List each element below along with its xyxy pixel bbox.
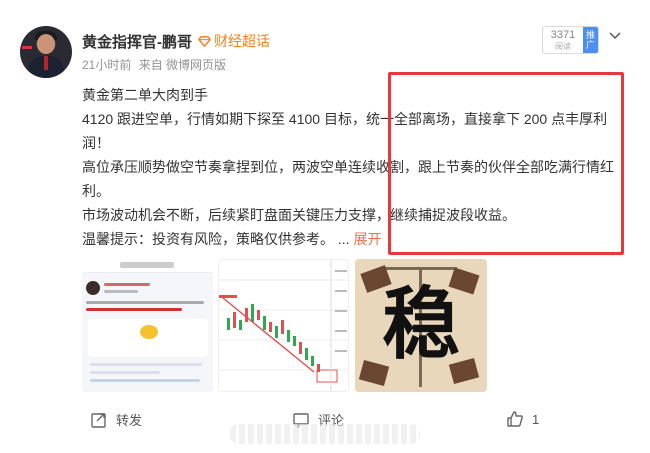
like-icon	[507, 411, 523, 427]
topic-badge-label: 财经超话	[214, 33, 270, 49]
content-line: 市场波动机会不断，后续紧盯盘面关键压力支撑，继续捕捉波段收益。	[82, 207, 516, 223]
content-disclaimer: 温馨提示：投资有风险，策略仅供参考。	[82, 231, 334, 247]
post-image-1[interactable]	[82, 259, 213, 392]
ellipsis: ...	[337, 231, 350, 247]
repost-button[interactable]: 转发	[90, 410, 142, 429]
avatar[interactable]	[20, 26, 72, 78]
post-meta: 21小时前 来自 微博网页版	[82, 56, 226, 73]
post-source: 来自 微博网页版	[138, 58, 227, 72]
content-line: 4120 跟进空单，行情如期下探至 4100 目标，统一全部离场，直接拿下 20…	[82, 111, 608, 151]
chevron-down-icon[interactable]	[608, 28, 622, 42]
diamond-icon	[198, 35, 211, 47]
post-image-2-chart[interactable]	[218, 259, 349, 392]
content-line: 黄金第二单大肉到手	[82, 87, 208, 103]
post-image-3[interactable]: 稳	[355, 259, 487, 392]
view-count: 3371	[550, 29, 576, 41]
repost-label: 转发	[116, 413, 143, 428]
repost-icon	[91, 412, 106, 428]
content-line: 高位承压顺势做空节奏拿捏到位，两波空单连续收割，跟上节奏的伙伴全部吃满行情红利。	[82, 159, 614, 199]
post-time[interactable]: 21小时前	[82, 58, 131, 72]
author-name[interactable]: 黄金指挥官-鹏哥	[82, 31, 192, 52]
weibo-post-card: 黄金指挥官-鹏哥 财经超话 21小时前 来自 微博网页版 3371 阅读 推广 …	[0, 0, 650, 453]
content-line: 温馨提示：投资有风险，策略仅供参考。 ... 展开	[82, 227, 627, 251]
view-count-label: 阅读	[555, 42, 571, 51]
promote-button[interactable]: 推广	[583, 27, 598, 53]
like-button[interactable]: 1	[506, 410, 539, 428]
like-count: 1	[532, 411, 540, 427]
expand-link[interactable]: 展开	[353, 231, 381, 247]
scroll-hint	[230, 424, 420, 444]
calligraphy-character: 稳	[381, 279, 460, 370]
view-count-box[interactable]: 3371 阅读 推广	[542, 26, 599, 54]
topic-badge[interactable]: 财经超话	[198, 31, 270, 51]
post-content: 黄金第二单大肉到手 4120 跟进空单，行情如期下探至 4100 目标，统一全部…	[82, 83, 627, 251]
